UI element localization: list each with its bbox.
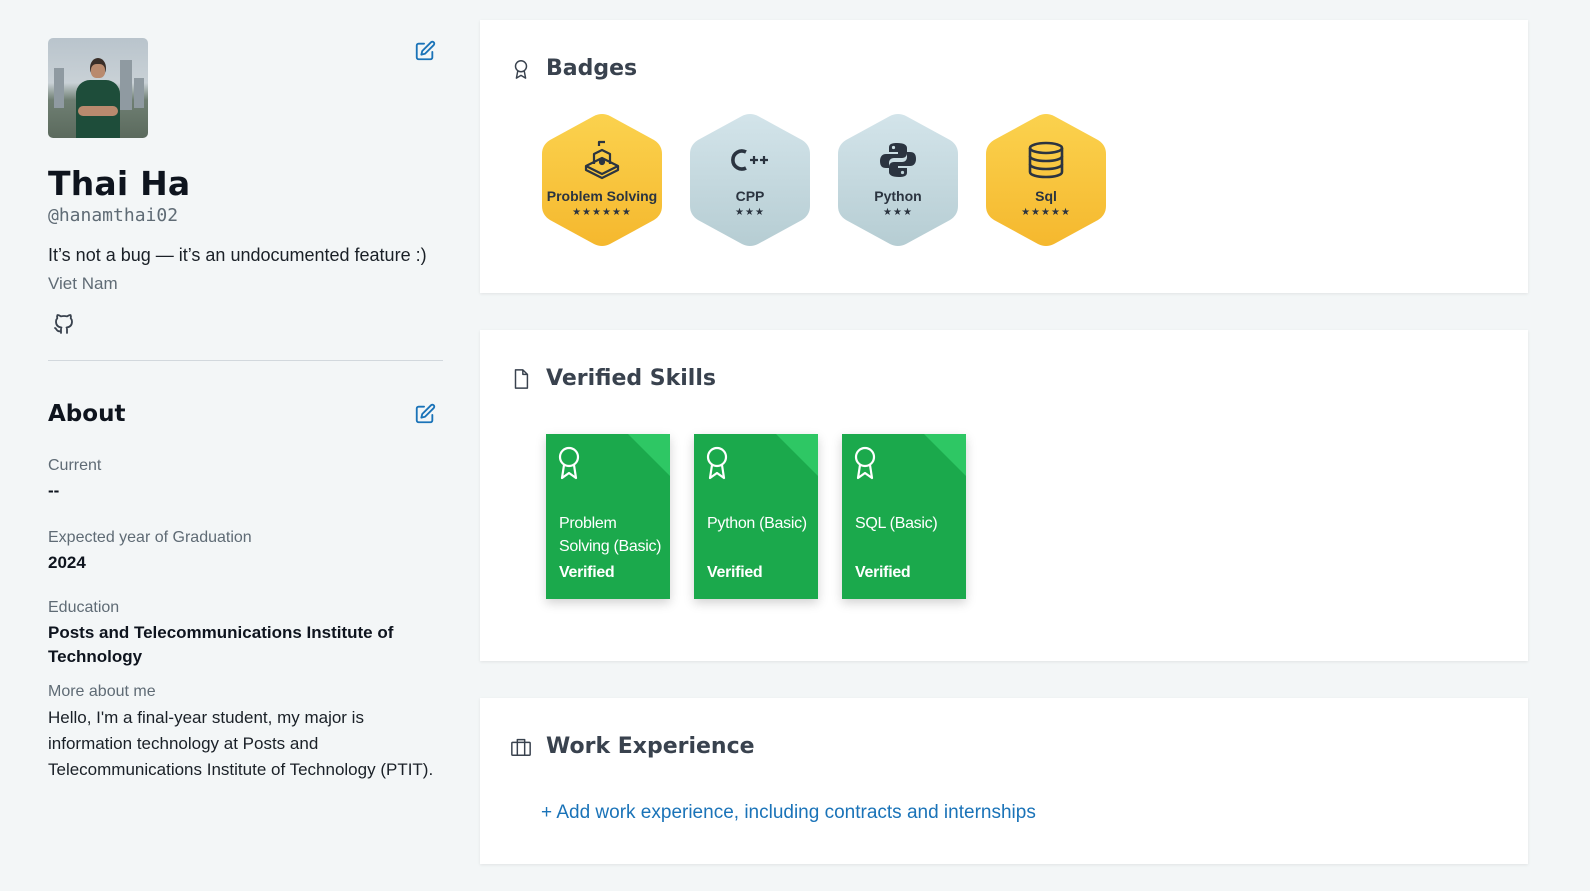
- skill-certificate-problem-solving[interactable]: Problem Solving (Basic) Verified: [546, 434, 670, 599]
- edit-profile-button[interactable]: [414, 40, 436, 62]
- badge-stars: ★★★: [735, 207, 765, 218]
- skills-list: Problem Solving (Basic) Verified Python …: [546, 434, 966, 599]
- skill-certificate-python[interactable]: Python (Basic) Verified: [694, 434, 818, 599]
- ribbon-icon: [854, 446, 876, 480]
- badge-cpp[interactable]: CPP ★★★: [688, 112, 812, 248]
- badge-name: Python: [874, 188, 922, 204]
- verified-skills-title: Verified Skills: [546, 366, 716, 391]
- sidebar-divider: [48, 360, 443, 361]
- avatar: [48, 38, 148, 138]
- edit-icon: [415, 403, 436, 424]
- badges-title: Badges: [546, 56, 638, 81]
- verified-skills-header: Verified Skills: [510, 366, 716, 391]
- education-value: Posts and Telecommunications Institute o…: [48, 623, 394, 666]
- skill-status: Verified: [707, 564, 763, 581]
- badges-header: Badges: [510, 56, 637, 81]
- database-icon: [984, 140, 1108, 185]
- about-title: About: [48, 401, 126, 427]
- skill-name: Problem Solving (Basic): [559, 515, 662, 555]
- github-icon: [54, 314, 73, 334]
- graduation-value: 2024: [48, 553, 86, 572]
- python-icon: [836, 140, 960, 185]
- badge-python[interactable]: Python ★★★: [836, 112, 960, 248]
- profile-location: Viet Nam: [48, 274, 118, 293]
- skill-name: Python (Basic): [707, 515, 807, 532]
- page-fold: [628, 434, 670, 476]
- verified-skills-card: Verified Skills Problem Solving (Basic) …: [480, 330, 1528, 661]
- ribbon-icon: [706, 446, 728, 480]
- edit-icon: [415, 40, 436, 61]
- page-fold: [924, 434, 966, 476]
- work-experience-card: Work Experience + Add work experience, i…: [480, 698, 1528, 864]
- badges-list: Problem Solving ★★★★★★ CPP ★★★ Python ★★…: [540, 112, 1108, 248]
- graduation-label: Expected year of Graduation: [48, 529, 252, 546]
- education-label: Education: [48, 599, 120, 616]
- badge-stars: ★★★★★★: [572, 207, 632, 218]
- more-about-text: Hello, I'm a final-year student, my majo…: [48, 708, 434, 779]
- add-work-experience-link[interactable]: + Add work experience, including contrac…: [541, 802, 1036, 824]
- badge-stars: ★★★: [883, 207, 913, 218]
- work-experience-header: Work Experience: [510, 734, 755, 759]
- profile-bio: It’s not a bug — it’s an undocumented fe…: [48, 245, 427, 265]
- more-about-label: More about me: [48, 683, 156, 700]
- github-link[interactable]: [52, 312, 76, 336]
- cpp-icon: [688, 140, 812, 185]
- badge-name: CPP: [735, 188, 765, 204]
- badge-name: Sql: [1035, 188, 1057, 204]
- briefcase-icon: [511, 738, 531, 756]
- work-experience-title: Work Experience: [546, 734, 755, 759]
- profile-name: Thai Ha: [48, 164, 191, 203]
- profile-sidebar: Thai Ha @hanamthai02 It’s not a bug — it…: [48, 38, 448, 783]
- badges-card: Badges Problem Solving ★★★★★★ CPP ★★★ Py…: [480, 20, 1528, 293]
- badge-stars: ★★★★★: [1021, 207, 1071, 218]
- page-fold: [776, 434, 818, 476]
- document-icon: [514, 368, 529, 389]
- current-label: Current: [48, 457, 102, 474]
- problem-solving-icon: [540, 140, 664, 185]
- skill-certificate-sql[interactable]: SQL (Basic) Verified: [842, 434, 966, 599]
- about-header: About: [48, 401, 448, 427]
- skill-status: Verified: [559, 564, 615, 581]
- ribbon-icon: [558, 446, 580, 480]
- current-value: --: [48, 481, 60, 500]
- profile-handle: @hanamthai02: [48, 205, 179, 226]
- badge-sql[interactable]: Sql ★★★★★: [984, 112, 1108, 248]
- award-icon: [514, 59, 528, 79]
- edit-about-button[interactable]: [414, 403, 436, 425]
- skill-name: SQL (Basic): [855, 515, 938, 532]
- badge-name: Problem Solving: [546, 188, 658, 204]
- badge-problem-solving[interactable]: Problem Solving ★★★★★★: [540, 112, 664, 248]
- skill-status: Verified: [855, 564, 911, 581]
